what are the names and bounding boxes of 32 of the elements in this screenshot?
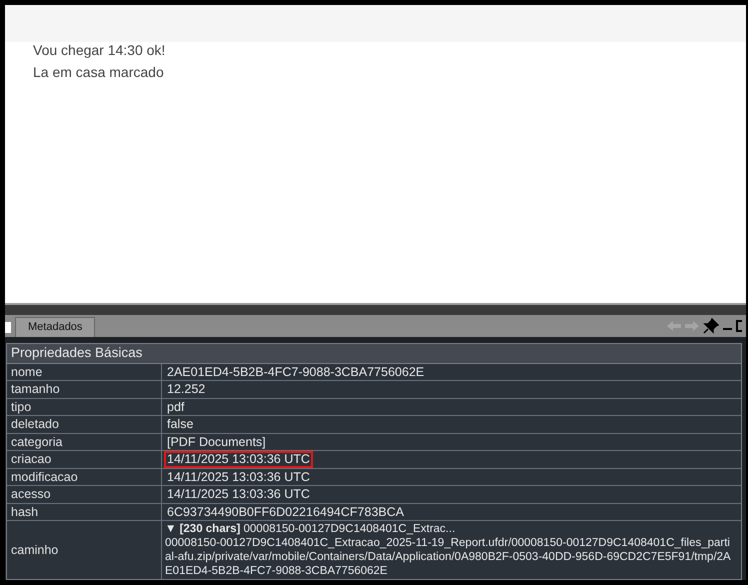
path-text: al-afu.zip/private/var/mobile/Containers/Data/Application/0A980B2F-0503-40DD-956D-69CD2C7E5F91/tmp/2A — [165, 550, 732, 564]
property-value: pdf — [166, 398, 186, 416]
metadata-tab[interactable]: Metadados — [15, 316, 96, 336]
path-text: E01ED4-5B2B-4FC7-9088-3CBA7756062E — [165, 564, 388, 578]
property-name: modificacao — [7, 468, 162, 485]
tab-marker-icon — [5, 322, 11, 332]
path-text: 00008150-00127D9C1408401C_Extracao_2025-11-19_Report.ufdr/00008150-00127D9C1408401C_files_parti — [165, 536, 731, 550]
property-name: categoria — [7, 434, 162, 450]
property-value: 6C93734490B0FF6D02216494CF783BCA — [166, 504, 405, 520]
property-name: deletado — [7, 416, 162, 432]
property-name: criacao — [7, 451, 162, 468]
property-value: 14/11/2025 13:03:36 UTC — [166, 468, 311, 486]
pin-icon[interactable] — [703, 318, 719, 334]
property-value: 12.252 — [166, 381, 206, 398]
maximize-icon[interactable] — [736, 320, 742, 332]
property-name: caminho — [7, 521, 162, 579]
splitter-bar[interactable] — [5, 302, 746, 315]
property-value: 14/11/2025 13:03:36 UTC — [164, 451, 313, 468]
property-name: acesso — [7, 486, 162, 502]
section-header: Propriedades Básicas — [7, 344, 741, 364]
path-summary[interactable]: ▼ [230 chars] 00008150-00127D9C1408401C_Extrac... — [165, 522, 738, 536]
property-name: hash — [7, 504, 162, 520]
property-value: [PDF Documents] — [166, 434, 267, 450]
property-value: false — [166, 416, 194, 433]
property-name: tamanho — [7, 381, 162, 398]
property-value: 14/11/2025 13:03:36 UTC — [166, 486, 311, 503]
property-value: 2AE01ED4-5B2B-4FC7-9088-3CBA7756062E — [166, 364, 426, 380]
message-text: La em casa marcado — [33, 64, 165, 80]
property-name: tipo — [7, 398, 162, 415]
property-name: nome — [7, 364, 162, 380]
minimize-icon[interactable] — [723, 328, 732, 330]
message-text: Vou chegar 14:30 ok! — [33, 42, 166, 58]
